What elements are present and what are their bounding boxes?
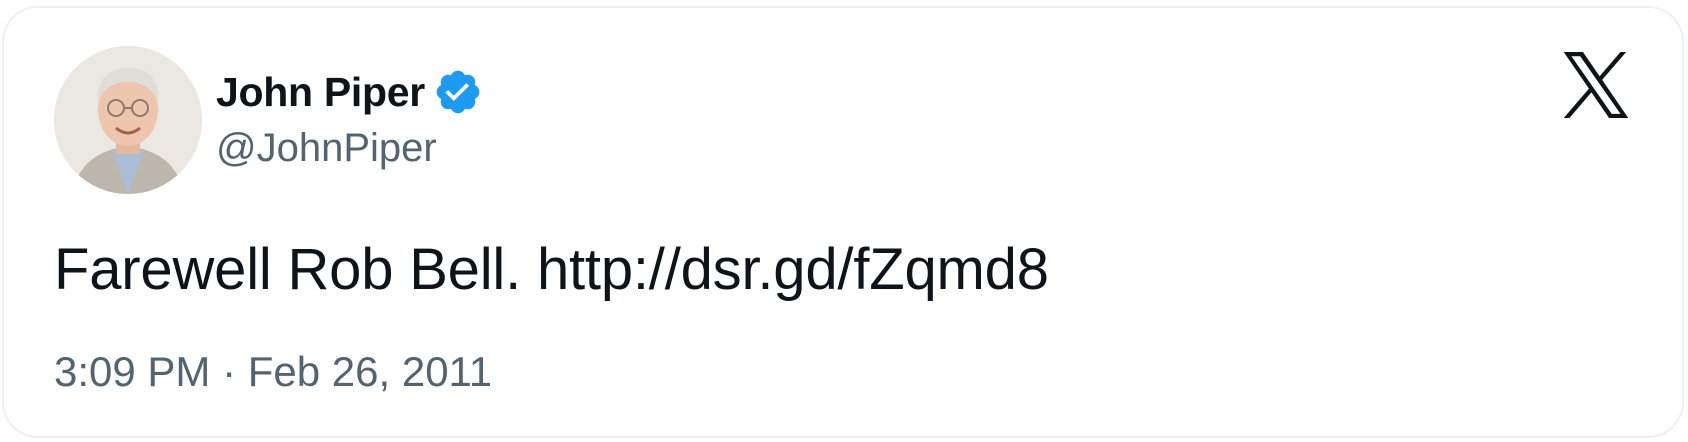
user-handle[interactable]: @JohnPiper xyxy=(216,126,483,171)
avatar[interactable] xyxy=(54,46,202,194)
name-row: John Piper xyxy=(216,64,483,120)
tweet-text: Farewell Rob Bell. http://dsr.gd/fZqmd8 xyxy=(54,237,1049,302)
display-name[interactable]: John Piper xyxy=(216,69,425,116)
tweet-card: John Piper @JohnPiper Farewell Rob Bell.… xyxy=(2,6,1684,438)
verified-badge-icon xyxy=(433,67,483,117)
user-info: John Piper @JohnPiper xyxy=(216,64,483,171)
x-logo-icon[interactable] xyxy=(1562,52,1630,118)
avatar-image xyxy=(54,46,202,194)
tweet-timestamp[interactable]: 3:09 PM · Feb 26, 2011 xyxy=(54,348,492,396)
